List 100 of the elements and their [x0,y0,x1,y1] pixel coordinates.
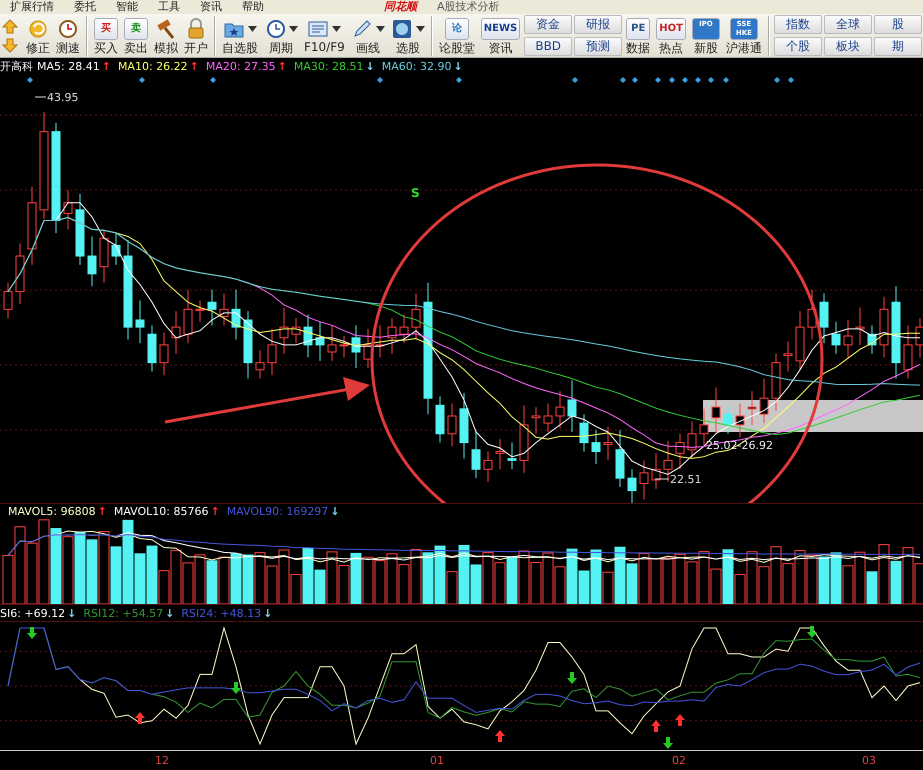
candlestick [292,318,300,344]
toolbar-button[interactable]: 自选股 [220,16,260,54]
axis-label: 12 [155,754,169,767]
buy-arrow-icon [495,730,505,742]
candlestick [808,289,816,340]
candlestick [400,314,408,344]
candlestick [412,292,420,340]
toolbar-button[interactable]: HOT 热点 [654,16,688,54]
candlestick [592,430,600,464]
toolbar-button[interactable]: 画线 [348,16,387,54]
toolbar-button[interactable]: 板块 [824,37,872,56]
caret-icon [289,26,298,32]
toolbar-button[interactable]: 研报 [574,15,622,34]
trend-arrow: ↑ [210,505,220,518]
candlestick [364,328,372,368]
toolbar-button[interactable]: 股 [874,15,922,34]
menu-item[interactable]: 委托 [64,0,106,14]
candlestick [232,289,240,340]
axis-label: 01 [430,754,444,767]
menu-item[interactable]: 资讯 [190,0,232,14]
badge-icon: 买 [94,18,118,40]
candlestick [664,440,672,482]
toolbar-button[interactable]: 指数 [774,15,822,34]
candlestick [868,324,876,354]
volume-bar [242,554,254,604]
candlestick [316,321,324,362]
volume-bar [86,539,98,604]
toolbar-button[interactable]: 修正 [24,16,52,54]
menu-item[interactable]: 工具 [148,0,190,14]
trend-arrow: ↓ [330,505,340,518]
trend-arrow: ↓ [366,60,375,73]
candlestick [172,310,180,354]
candlestick [148,324,156,372]
candlestick [568,380,576,432]
toolbar-button[interactable]: 测速 [54,16,82,54]
menu-item[interactable]: 智能 [106,0,148,14]
toolbar-button[interactable]: 卖 卖出 [122,16,150,54]
candlestick [820,292,828,344]
volume-bar [206,560,218,604]
candlestick [160,332,168,376]
sell-arrow-icon [27,627,37,639]
badge-icon: HOT [656,18,686,40]
toolbar-button[interactable]: 开户 [182,16,210,54]
toolbar-button[interactable]: 期 [874,37,922,56]
candlestick [100,228,108,284]
toolbar-button[interactable]: PE 数据 [624,16,652,54]
candlestick [640,460,648,500]
candlestick [604,426,612,461]
volume-bar [830,552,842,604]
candlestick [880,296,888,358]
candlestick [784,340,792,372]
down-arrow-icon[interactable] [2,36,18,52]
window-title: A股技术分析 [436,0,501,14]
toolbar-button[interactable]: 预测 [574,37,622,56]
toolbar-button[interactable]: 选股 [388,16,427,54]
candlestick [556,390,564,429]
toolbar-button[interactable]: NEWS 资讯 [478,16,522,54]
toolbar-button[interactable]: 周期 [262,16,300,54]
candlestick [4,282,12,319]
toolbar-button[interactable]: 模拟 [152,16,180,54]
up-arrow-icon[interactable] [2,18,18,34]
menu-item[interactable]: 帮助 [232,0,274,14]
candlestick [340,336,348,358]
candlestick [328,324,336,362]
stock-name: 开高科 [0,59,33,74]
toolbar-button[interactable]: 资金 [524,15,572,34]
candlestick [88,236,96,287]
candlestick [688,420,696,460]
volume-bar [626,563,638,604]
candlestick [724,404,732,434]
volume-bar [818,556,830,604]
high-price-label: 43.95 [47,91,78,104]
trend-arrow: ↑ [98,505,107,518]
leader-line [34,96,46,98]
toolbar-button[interactable]: BBD [524,37,572,56]
toolbar-button[interactable]: 论 论股堂 [436,16,477,54]
candlestick [628,468,636,503]
candlestick [64,190,72,230]
indicator-value: MA30: 28.51 [294,60,364,73]
indicator-value: MA10: 26.22 [118,60,188,73]
volume-bar [350,552,362,604]
sell-signal-label: S [411,186,420,200]
caret-icon [332,26,342,32]
candlestick [616,430,624,488]
low-price-label: 22.51 [670,473,702,486]
menu-item[interactable]: 扩展行情 [0,0,64,14]
candlestick [748,390,756,426]
candlestick [268,328,276,376]
indicator-value: MAVOL90: 169297 [226,505,328,518]
toolbar-button[interactable]: F10/F9 [302,16,347,54]
toolbar-button[interactable]: 全球 [824,15,872,34]
candlestick [760,378,768,424]
candlestick [676,433,684,470]
candlestick [280,307,288,354]
toolbar-button[interactable]: 个股 [774,37,822,56]
candlestick [208,289,216,326]
toolbar-button[interactable]: 买 买入 [92,16,120,54]
candlestick [904,324,912,380]
candlestick [196,300,204,322]
hammer-icon [155,18,177,40]
